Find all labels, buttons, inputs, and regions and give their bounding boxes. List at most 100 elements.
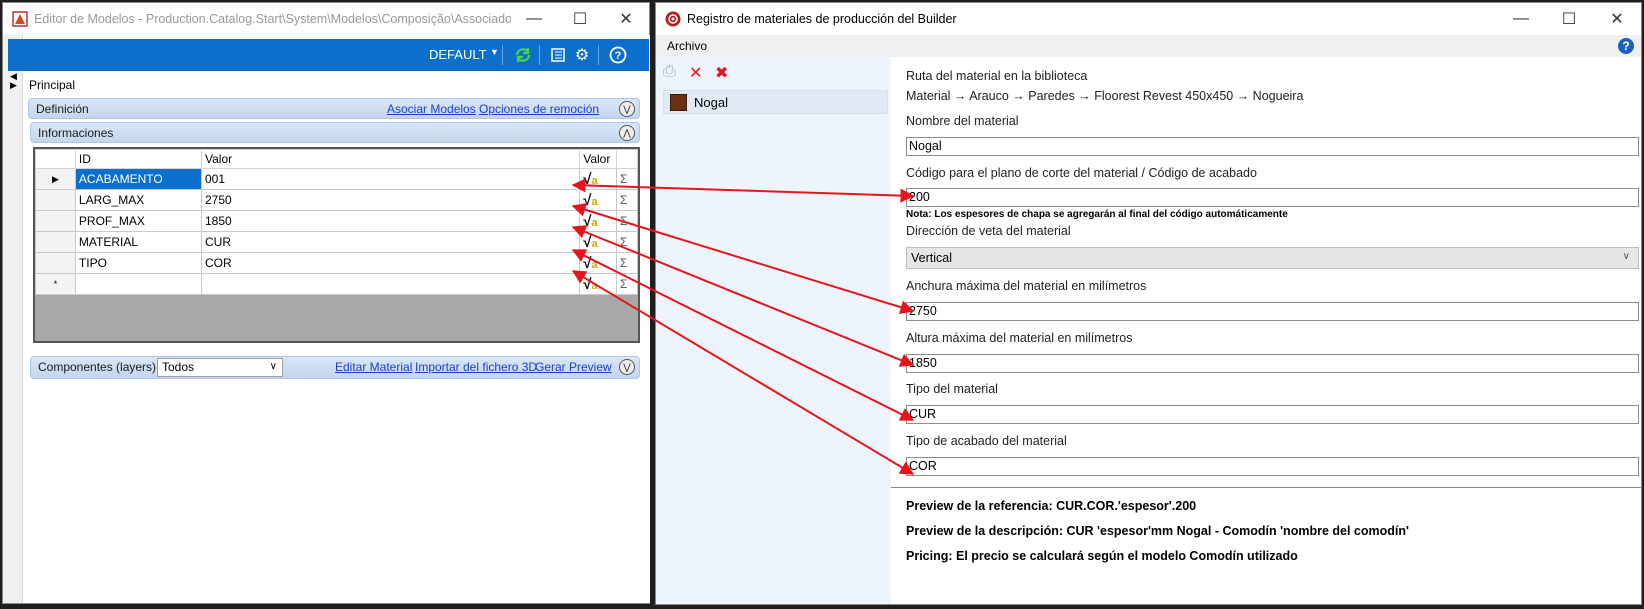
row-header — [35, 252, 76, 274]
preview-descripcion: Preview de la descripción: CUR 'espesor'… — [906, 524, 1409, 538]
codigo-input[interactable]: 200 — [906, 188, 1639, 207]
tipo-label: Tipo del material — [906, 382, 998, 396]
formula-button[interactable]: √a — [579, 273, 617, 295]
formula-button[interactable]: √a — [579, 168, 617, 190]
altura-input[interactable]: 1850 — [906, 354, 1639, 373]
sum-button[interactable]: Σ — [615, 273, 639, 295]
minimize-icon[interactable]: — — [511, 3, 557, 35]
list-item[interactable]: Nogal — [663, 90, 888, 114]
sum-button[interactable]: Σ — [615, 189, 639, 211]
cell-value[interactable]: CUR — [200, 231, 581, 253]
table-row[interactable]: PROF_MAX 1850 √a Σ — [35, 210, 639, 232]
cell-value[interactable]: COR — [200, 252, 581, 274]
row-header — [35, 231, 76, 253]
maximize-icon[interactable]: ☐ — [557, 3, 603, 35]
sigma-icon: Σ — [619, 214, 628, 228]
sum-button[interactable]: Σ — [615, 231, 639, 253]
definicion-section: Definición Asociar Modelos Opciones de r… — [28, 98, 640, 119]
cell-value[interactable] — [200, 273, 581, 295]
layers-filter-select[interactable]: Todos ∨ — [157, 358, 283, 377]
cell-id[interactable] — [74, 273, 202, 295]
new-row-marker: * — [35, 273, 76, 295]
acabado-input[interactable]: COR — [906, 457, 1639, 476]
window-title: Editor de Modelos - Production.Catalog.S… — [34, 12, 511, 26]
model-editor-titlebar: Editor de Modelos - Production.Catalog.S… — [3, 3, 649, 35]
chevron-down-icon[interactable]: ▼ — [490, 47, 499, 57]
componentes-title: Componentes (layers) — [38, 360, 157, 374]
column-header-sum — [615, 149, 639, 169]
sum-button[interactable]: Σ — [615, 168, 639, 190]
gerar-preview-link[interactable]: Gerar Preview — [535, 360, 612, 374]
settings-icon[interactable]: ⚙ — [572, 45, 592, 65]
pricing-text: Pricing: El precio se calculará según el… — [906, 549, 1298, 563]
tipo-input[interactable]: CUR — [906, 405, 1639, 424]
close-icon[interactable]: ✕ — [603, 3, 649, 35]
profile-dropdown[interactable]: DEFAULT — [429, 47, 487, 62]
sqrt-icon: √a — [583, 275, 598, 293]
refresh-icon[interactable] — [513, 45, 533, 65]
delete-icon[interactable]: ✕ — [689, 63, 702, 83]
editar-material-link[interactable]: Editar Material — [335, 360, 412, 374]
asociar-modelos-link[interactable]: Asociar Modelos — [387, 102, 476, 116]
help-icon[interactable]: ? — [608, 45, 628, 65]
direccion-label: Dirección de veta del material — [906, 224, 1071, 238]
cell-value[interactable]: 2750 — [200, 189, 581, 211]
chevron-down-icon[interactable]: ⋁ — [619, 101, 635, 117]
direccion-select[interactable]: Vertical ∨ — [906, 247, 1639, 269]
cell-id[interactable]: PROF_MAX — [74, 210, 202, 232]
sum-button[interactable]: Σ — [615, 210, 639, 232]
formula-button[interactable]: √a — [579, 252, 617, 274]
sqrt-icon: √a — [583, 170, 598, 188]
maximize-icon[interactable]: ☐ — [1545, 3, 1593, 35]
cell-value[interactable]: 001 — [200, 168, 581, 190]
formula-button[interactable]: √a — [579, 210, 617, 232]
delete-all-icon[interactable]: ✖ — [715, 63, 728, 83]
row-header — [35, 189, 76, 211]
help-icon[interactable]: ? — [1618, 38, 1634, 54]
opciones-remocion-link[interactable]: Opciones de remoción — [479, 102, 599, 116]
print-icon[interactable]: ⎙ — [663, 63, 676, 81]
column-header-formula[interactable]: Valor — [579, 149, 617, 169]
cell-id[interactable]: MATERIAL — [74, 231, 202, 253]
toolbar-separator — [539, 45, 540, 65]
materials-titlebar: Registro de materiales de producción del… — [656, 3, 1641, 35]
chevron-up-icon[interactable]: ⋀ — [619, 125, 635, 141]
material-form: Ruta del material en la biblioteca Mater… — [891, 57, 1641, 604]
list-icon[interactable] — [548, 45, 568, 65]
row-header — [35, 210, 76, 232]
info-table: ID Valor Valor ▶ ACABAMENTO 001 √a Σ LAR… — [35, 149, 639, 295]
window-title: Registro de materiales de producción del… — [687, 12, 957, 26]
app-icon — [665, 11, 681, 27]
current-row-indicator: ▶ — [35, 168, 76, 190]
chevron-down-icon[interactable]: ⋁ — [619, 359, 635, 375]
table-row[interactable]: ▶ ACABAMENTO 001 √a Σ — [35, 168, 639, 190]
cell-value[interactable]: 1850 — [200, 210, 581, 232]
table-row[interactable]: TIPO COR √a Σ — [35, 252, 639, 274]
cell-id[interactable]: LARG_MAX — [74, 189, 202, 211]
cell-id[interactable]: ACABAMENTO — [74, 168, 202, 190]
preview-referencia: Preview de la referencia: CUR.COR.'espes… — [906, 499, 1197, 513]
close-icon[interactable]: ✕ — [1593, 3, 1641, 35]
menu-archivo[interactable]: Archivo — [667, 39, 707, 53]
info-grid: ID Valor Valor ▶ ACABAMENTO 001 √a Σ LAR… — [33, 147, 640, 343]
anchura-input[interactable]: 2750 — [906, 302, 1639, 321]
sqrt-icon: √a — [583, 233, 598, 251]
nombre-input[interactable]: Nogal — [906, 137, 1639, 156]
formula-button[interactable]: √a — [579, 189, 617, 211]
importar-fichero-link[interactable]: Importar del fichero 3D — [415, 360, 537, 374]
collapse-panel-toggle[interactable]: ◀ ▶ — [10, 72, 20, 90]
definicion-title: Definición — [36, 102, 89, 116]
cell-id[interactable]: TIPO — [74, 252, 202, 274]
row-header-corner — [35, 149, 76, 169]
table-row[interactable]: LARG_MAX 2750 √a Σ — [35, 189, 639, 211]
minimize-icon[interactable]: — — [1497, 3, 1545, 35]
new-row[interactable]: * √a Σ — [35, 273, 639, 295]
column-header-valor[interactable]: Valor — [200, 149, 581, 169]
table-row[interactable]: MATERIAL CUR √a Σ — [35, 231, 639, 253]
principal-tab[interactable]: Principal — [29, 78, 75, 92]
menu-bar: Archivo ? — [656, 35, 1641, 57]
sum-button[interactable]: Σ — [615, 252, 639, 274]
column-header-id[interactable]: ID — [74, 149, 202, 169]
formula-button[interactable]: √a — [579, 231, 617, 253]
sigma-icon: Σ — [619, 235, 628, 249]
